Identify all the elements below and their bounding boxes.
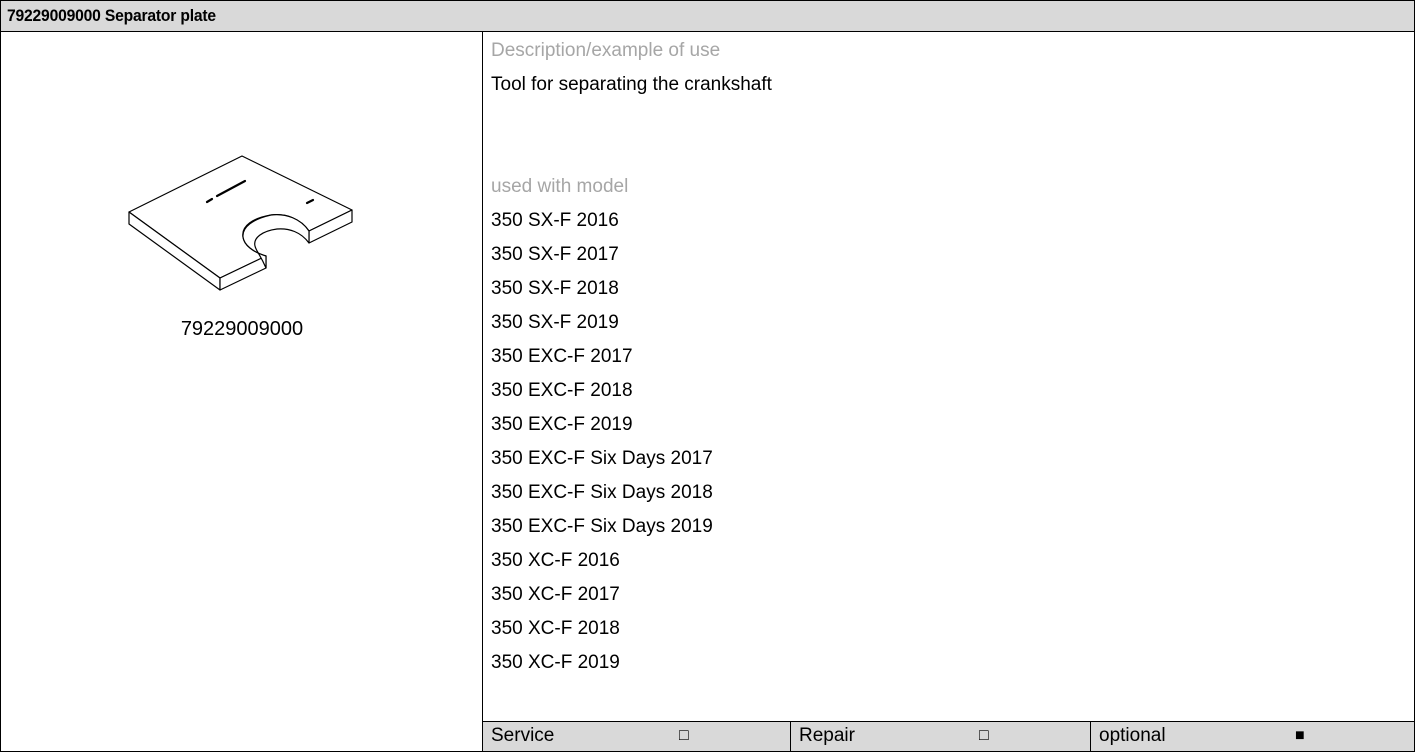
list-item: 350 EXC-F Six Days 2017 [491,448,713,469]
list-item: 350 EXC-F 2018 [491,380,633,401]
service-cell: Service □ [483,722,791,751]
tool-sheet: 79229009000 Separator plate 79229009000 … [0,0,1415,752]
list-item: 350 XC-F 2017 [491,584,620,605]
repair-empty-checkbox-icon: □ [979,727,989,744]
part-number-caption: 79229009000 [180,318,304,340]
service-label: Service [491,725,555,746]
optional-label: optional [1099,725,1166,746]
models-heading: used with model [491,176,629,197]
list-item: 350 SX-F 2017 [491,244,619,265]
list-item: 350 EXC-F Six Days 2019 [491,516,713,537]
repair-cell: Repair □ [791,722,1091,751]
list-item: 350 EXC-F Six Days 2018 [491,482,713,503]
list-item: 350 EXC-F 2017 [491,346,633,367]
list-item: 350 XC-F 2019 [491,652,620,673]
list-item: 350 XC-F 2016 [491,550,620,571]
description-text: Tool for separating the crankshaft [491,74,772,95]
separator-plate-illustration [128,155,353,291]
list-item: 350 EXC-F 2019 [491,414,633,435]
list-item: 350 SX-F 2016 [491,210,619,231]
page-title: 79229009000 Separator plate [7,6,216,25]
usage-category-bar: Service □ Repair □ optional ■ [483,721,1414,751]
list-item: 350 XC-F 2018 [491,618,620,639]
description-heading: Description/example of use [491,40,721,61]
list-item: 350 SX-F 2018 [491,278,619,299]
details-panel: Description/example of use Tool for sepa… [483,32,1414,721]
title-bar: 79229009000 Separator plate [1,1,1414,32]
optional-cell: optional ■ [1091,722,1414,751]
optional-filled-checkbox-icon: ■ [1295,727,1305,744]
service-empty-checkbox-icon: □ [679,727,689,744]
illustration-panel: 79229009000 [1,32,483,751]
list-item: 350 SX-F 2019 [491,312,619,333]
repair-label: Repair [799,725,855,746]
